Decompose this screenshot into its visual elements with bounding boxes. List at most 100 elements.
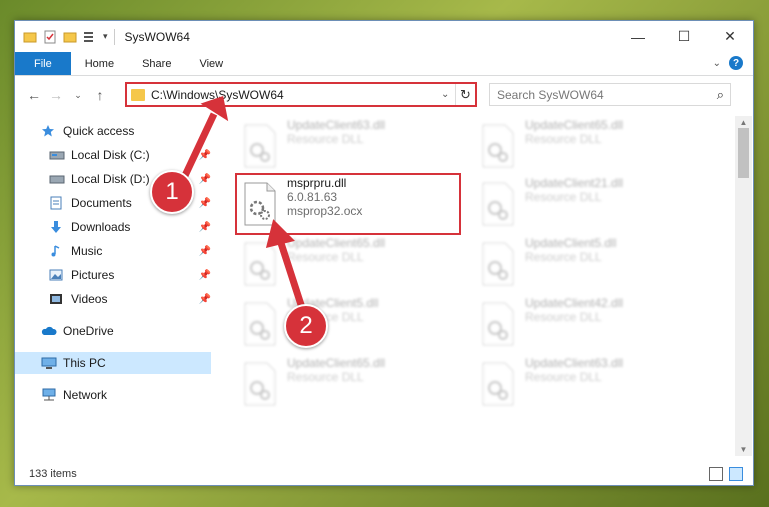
file-name: UpdateClient63.dll [525, 356, 624, 370]
back-button[interactable]: ← [23, 87, 45, 103]
scroll-down-icon[interactable]: ▼ [735, 445, 752, 454]
file-description: Resource DLL [287, 132, 364, 146]
up-button[interactable]: ↑ [89, 87, 111, 103]
file-text: UpdateClient21.dll Resource DLL [525, 176, 623, 232]
tab-share[interactable]: Share [128, 52, 185, 75]
dll-file-icon [481, 124, 515, 168]
search-input[interactable]: Search SysWOW64 [497, 88, 604, 102]
pin-icon[interactable]: 📌 [199, 174, 211, 185]
file-item[interactable]: UpdateClient5.dllResource DLL [473, 236, 699, 292]
sidebar-item-label: Network [63, 388, 108, 402]
expand-ribbon-icon[interactable]: ⌄ [713, 58, 721, 69]
pictures-icon [49, 268, 65, 282]
search-icon[interactable]: ⌕ [717, 87, 724, 103]
dll-file-icon [243, 362, 277, 406]
file-text: UpdateClient65.dll Resource DLL [287, 356, 385, 412]
sidebar-item-quick-access[interactable]: Quick access [15, 120, 211, 142]
properties-icon[interactable] [43, 30, 57, 44]
sidebar-item-local-disk-c[interactable]: Local Disk (C:) 📌 [15, 144, 211, 166]
callout-badge-1: 1 [150, 170, 194, 214]
ribbon-tabs: File Home Share View ⌄ ? [15, 52, 753, 76]
pin-icon[interactable]: 📌 [199, 246, 211, 257]
tab-file[interactable]: File [15, 52, 71, 75]
pin-icon[interactable]: 📌 [199, 222, 211, 233]
help-icon[interactable]: ? [729, 56, 743, 70]
file-name: UpdateClient65.dll [525, 118, 624, 132]
close-button[interactable]: ✕ [707, 21, 753, 52]
file-description: Resource DLL [287, 250, 364, 264]
sidebar-item-videos[interactable]: Videos 📌 [15, 288, 211, 310]
dll-file-icon [481, 362, 515, 406]
file-description: Resource DLL [525, 310, 602, 324]
tiles-view-icon[interactable] [729, 467, 743, 481]
sidebar-item-label: Quick access [63, 124, 135, 138]
sidebar-item-network[interactable]: Network [15, 384, 211, 406]
folder-icon[interactable] [23, 30, 37, 44]
dll-file-icon [481, 242, 515, 286]
file-text: UpdateClient63.dll Resource DLL [287, 118, 385, 174]
sidebar-item-label: This PC [63, 356, 106, 370]
file-item[interactable]: UpdateClient63.dll Resource DLL [473, 356, 699, 412]
dll-file-icon [243, 124, 277, 168]
cloud-icon [41, 324, 57, 338]
scroll-up-icon[interactable]: ▲ [735, 118, 752, 127]
file-text: UpdateClient65.dll Resource DLL [287, 236, 385, 292]
file-item[interactable]: UpdateClient42.dll Resource DLL [473, 296, 699, 352]
refresh-button[interactable]: ↻ [455, 84, 475, 105]
chevron-down-icon[interactable]: ⌄ [441, 89, 455, 100]
sidebar-item-music[interactable]: Music 📌 [15, 240, 211, 262]
file-item[interactable]: UpdateClient65.dll Resource DLL [235, 356, 461, 412]
videos-icon [49, 292, 65, 306]
tab-home[interactable]: Home [71, 52, 128, 75]
dll-file-icon [481, 302, 515, 346]
tab-view[interactable]: View [185, 52, 237, 75]
sidebar-item-pictures[interactable]: Pictures 📌 [15, 264, 211, 286]
file-description: Resource DLL [525, 190, 602, 204]
title-divider [113, 28, 115, 45]
file-text: UpdateClient65.dll Resource DLL [525, 118, 623, 174]
sidebar-item-downloads[interactable]: Downloads 📌 [15, 216, 211, 238]
address-path[interactable]: C:\Windows\SysWOW64 [151, 88, 441, 102]
file-name: UpdateClient42.dll [525, 296, 624, 310]
file-name: UpdateClient65.dll [287, 236, 386, 250]
new-folder-icon[interactable] [63, 30, 77, 44]
details-view-icon[interactable] [709, 467, 723, 481]
highlight-box [235, 173, 461, 235]
address-row: ← → ⌄ ↑ C:\Windows\SysWOW64 ⌄ ↻ Search S… [15, 76, 753, 114]
sidebar-item-label: Pictures [71, 268, 115, 282]
vertical-scrollbar[interactable]: ▲ ▼ [735, 116, 752, 456]
window-controls: — ☐ ✕ [615, 21, 753, 52]
pin-icon[interactable]: 📌 [199, 198, 211, 209]
file-item[interactable]: UpdateClient65.dll Resource DLL [235, 236, 461, 292]
documents-icon [49, 196, 65, 210]
dropdown-icon[interactable]: ▾ [103, 31, 108, 42]
drive-icon [49, 148, 65, 162]
sidebar-item-onedrive[interactable]: OneDrive [15, 320, 211, 342]
recent-locations-icon[interactable]: ⌄ [67, 90, 89, 101]
scrollbar-thumb[interactable] [738, 128, 749, 178]
forward-button[interactable]: → [45, 87, 67, 103]
file-text: UpdateClient63.dll Resource DLL [525, 356, 623, 412]
file-description: Resource DLL [287, 370, 364, 384]
address-bar[interactable]: C:\Windows\SysWOW64 ⌄ ↻ [125, 82, 477, 107]
maximize-button[interactable]: ☐ [661, 21, 707, 52]
sidebar-item-label: Downloads [71, 220, 131, 234]
file-item[interactable]: UpdateClient65.dll Resource DLL [473, 118, 699, 174]
customize-toolbar-icon[interactable] [83, 30, 97, 44]
pin-icon[interactable]: 📌 [199, 294, 211, 305]
file-item[interactable]: UpdateClient5.dllResource DLL [235, 296, 461, 352]
sidebar-item-label: OneDrive [63, 324, 114, 338]
pin-icon[interactable]: 📌 [199, 270, 211, 281]
pin-icon[interactable]: 📌 [199, 150, 211, 161]
dll-file-icon [243, 242, 277, 286]
sidebar-item-label: Documents [71, 196, 132, 210]
file-description: Resource DLL [525, 250, 602, 264]
sidebar-item-this-pc[interactable]: This PC [15, 352, 211, 374]
view-switcher [709, 467, 743, 481]
file-name: UpdateClient5.dll [525, 236, 617, 250]
file-item[interactable]: UpdateClient63.dll Resource DLL [235, 118, 461, 174]
file-text: UpdateClient42.dll Resource DLL [525, 296, 623, 352]
search-box[interactable]: Search SysWOW64 ⌕ [489, 83, 731, 106]
minimize-button[interactable]: — [615, 21, 661, 52]
file-item[interactable]: UpdateClient21.dll Resource DLL [473, 176, 699, 232]
